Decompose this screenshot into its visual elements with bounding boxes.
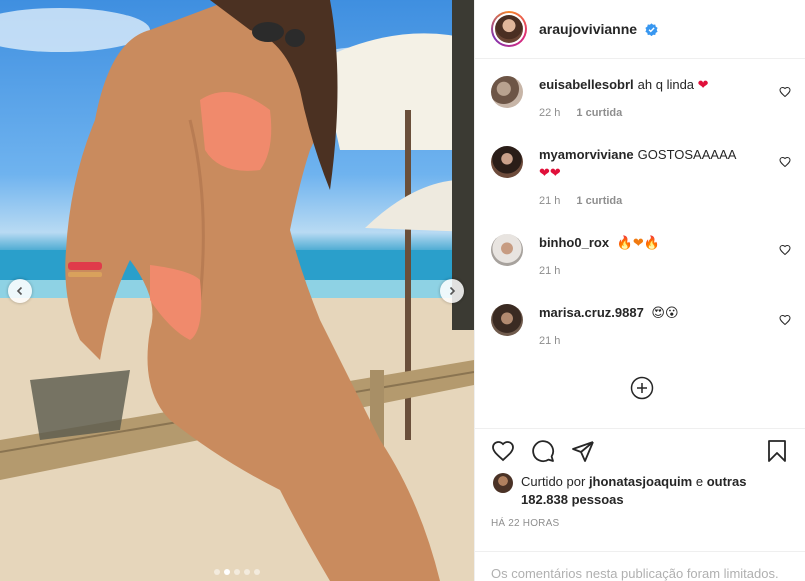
comment-item: marisa.cruz.9887 😍😮 21 h [491,304,791,350]
add-circle-icon[interactable] [630,376,654,400]
comment-text: ah q linda [637,77,695,92]
post-timestamp[interactable]: HÁ 22 HORAS [491,518,559,529]
liked-by-user[interactable]: jhonatasjoaquim [589,474,692,489]
post-dialog: araujovivianne euisabellesobrl ah q linda… [0,0,805,581]
comment-time[interactable]: 21 h [539,262,560,280]
liked-by-prefix: Curtido por [521,474,586,489]
chevron-right-icon [449,286,456,296]
liked-by: Curtido por jhonatasjoaquim e outras 182… [493,473,751,509]
carousel-dot [254,569,260,575]
bookmark-icon[interactable] [765,439,789,463]
comment-username[interactable]: binho0_rox [539,235,609,250]
liked-by-connector: e [695,474,704,489]
commenter-avatar[interactable] [491,146,523,178]
post-side-panel: araujovivianne euisabellesobrl ah q linda… [474,0,805,581]
commenter-avatar[interactable] [491,76,523,108]
heart-outline-icon[interactable] [779,314,791,326]
comment-time[interactable]: 21 h [539,332,560,350]
carousel-dot [214,569,220,575]
photo-illustration [0,0,474,581]
post-actions: Curtido por jhonatasjoaquim e outras 182… [475,428,805,581]
verified-badge-icon [645,23,658,36]
comments-limited-notice: Os comentários nesta publicação foram li… [475,551,805,581]
comment-icon[interactable] [531,439,555,463]
next-slide-button[interactable] [440,279,464,303]
post-header: araujovivianne [475,0,805,59]
heart-outline-icon[interactable] [779,86,791,98]
comment-username[interactable]: euisabellesobrl [539,77,634,92]
like-heart-icon[interactable] [491,439,515,463]
comment-emoji: ❤❤ [539,165,561,180]
carousel-dot [234,569,240,575]
comment-text: GOSTOSAAAAA [637,147,737,162]
carousel-indicator [214,569,260,575]
comments-list: euisabellesobrl ah q linda ❤ 22 h 1 curti… [475,60,805,428]
comment-time[interactable]: 21 h [539,192,560,210]
chevron-left-icon [16,286,23,296]
commenter-avatar[interactable] [491,304,523,336]
comment-emoji: 😍😮 [651,305,679,320]
carousel-dot [224,569,230,575]
author-avatar[interactable] [491,11,527,47]
post-photo[interactable] [0,0,474,581]
heart-outline-icon[interactable] [779,244,791,256]
comment-emoji: 🔥❤🔥 [616,235,660,250]
comment-item: binho0_rox 🔥❤🔥 21 h [491,234,791,280]
comment-likes[interactable]: 1 curtida [576,192,622,210]
commenter-avatar[interactable] [491,234,523,266]
heart-outline-icon[interactable] [779,156,791,168]
action-icons [491,439,789,469]
comment-username[interactable]: marisa.cruz.9887 [539,305,644,320]
share-icon[interactable] [571,439,595,463]
comment-emoji: ❤ [697,77,709,92]
comment-item: myamorviviane GOSTOSAAAAA ❤❤ 21 h 1 curti… [491,146,791,210]
comment-likes[interactable]: 1 curtida [576,104,622,122]
prev-slide-button[interactable] [8,279,32,303]
comment-item: euisabellesobrl ah q linda ❤ 22 h 1 curti… [491,76,791,122]
liker-avatar[interactable] [493,473,513,493]
comment-username[interactable]: myamorviviane [539,147,634,162]
author-username[interactable]: araujovivianne [539,21,658,37]
carousel-dot [244,569,250,575]
comment-time[interactable]: 22 h [539,104,560,122]
